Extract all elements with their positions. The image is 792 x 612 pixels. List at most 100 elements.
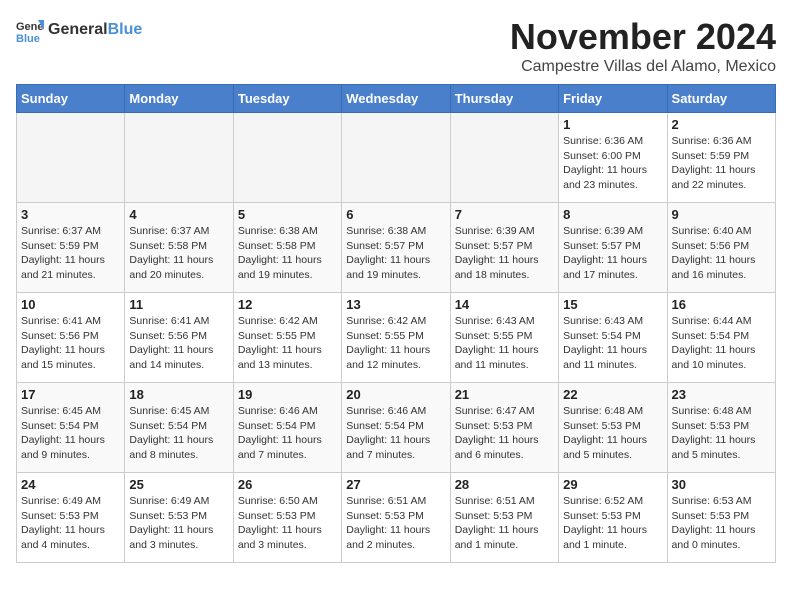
weekday-header-wednesday: Wednesday (342, 85, 450, 113)
calendar-cell (450, 113, 558, 203)
day-number: 21 (455, 387, 554, 402)
day-info: Sunrise: 6:48 AM Sunset: 5:53 PM Dayligh… (672, 404, 771, 463)
weekday-header-tuesday: Tuesday (233, 85, 341, 113)
calendar-table: SundayMondayTuesdayWednesdayThursdayFrid… (16, 84, 776, 563)
week-row-1: 1Sunrise: 6:36 AM Sunset: 6:00 PM Daylig… (17, 113, 776, 203)
week-row-2: 3Sunrise: 6:37 AM Sunset: 5:59 PM Daylig… (17, 203, 776, 293)
day-info: Sunrise: 6:42 AM Sunset: 5:55 PM Dayligh… (238, 314, 337, 373)
calendar-cell: 14 Sunrise: 6:43 AM Sunset: 5:55 PM Dayli… (450, 293, 558, 383)
weekday-header-row: SundayMondayTuesdayWednesdayThursdayFrid… (17, 85, 776, 113)
day-info: Sunrise: 6:51 AM Sunset: 5:53 PM Dayligh… (455, 494, 554, 553)
day-info: Sunrise: 6:53 AM Sunset: 5:53 PM Dayligh… (672, 494, 771, 553)
week-row-3: 10 Sunrise: 6:41 AM Sunset: 5:56 PM Dayli… (17, 293, 776, 383)
day-number: 2 (672, 117, 771, 132)
day-number: 25 (129, 477, 228, 492)
calendar-cell: 17Sunrise: 6:45 AM Sunset: 5:54 PM Dayli… (17, 383, 125, 473)
calendar-cell: 15Sunrise: 6:43 AM Sunset: 5:54 PM Dayli… (559, 293, 667, 383)
day-number: 14 (455, 297, 554, 312)
calendar-cell: 29 Sunrise: 6:52 AM Sunset: 5:53 PM Dayli… (559, 473, 667, 563)
day-number: 19 (238, 387, 337, 402)
calendar-cell: 26 Sunrise: 6:50 AM Sunset: 5:53 PM Dayli… (233, 473, 341, 563)
day-number: 24 (21, 477, 120, 492)
calendar-cell: 3Sunrise: 6:37 AM Sunset: 5:59 PM Daylig… (17, 203, 125, 293)
day-info: Sunrise: 6:49 AM Sunset: 5:53 PM Dayligh… (129, 494, 228, 553)
day-number: 27 (346, 477, 445, 492)
day-number: 28 (455, 477, 554, 492)
day-info: Sunrise: 6:41 AM Sunset: 5:56 PM Dayligh… (129, 314, 228, 373)
location-title: Campestre Villas del Alamo, Mexico (510, 58, 776, 76)
day-number: 5 (238, 207, 337, 222)
day-info: Sunrise: 6:47 AM Sunset: 5:53 PM Dayligh… (455, 404, 554, 463)
calendar-cell: 5 Sunrise: 6:38 AM Sunset: 5:58 PM Daylig… (233, 203, 341, 293)
logo-icon: General Blue (16, 16, 44, 44)
calendar-cell: 30 Sunrise: 6:53 AM Sunset: 5:53 PM Dayli… (667, 473, 775, 563)
calendar-cell: 11 Sunrise: 6:41 AM Sunset: 5:56 PM Dayli… (125, 293, 233, 383)
day-number: 22 (563, 387, 662, 402)
day-info: Sunrise: 6:41 AM Sunset: 5:56 PM Dayligh… (21, 314, 120, 373)
weekday-header-saturday: Saturday (667, 85, 775, 113)
day-info: Sunrise: 6:36 AM Sunset: 5:59 PM Dayligh… (672, 134, 771, 193)
calendar-cell (342, 113, 450, 203)
day-number: 26 (238, 477, 337, 492)
weekday-header-thursday: Thursday (450, 85, 558, 113)
day-info: Sunrise: 6:38 AM Sunset: 5:58 PM Dayligh… (238, 224, 337, 283)
calendar-cell: 23 Sunrise: 6:48 AM Sunset: 5:53 PM Dayli… (667, 383, 775, 473)
day-number: 1 (563, 117, 662, 132)
day-number: 17 (21, 387, 120, 402)
svg-text:Blue: Blue (16, 33, 40, 44)
calendar-cell: 12 Sunrise: 6:42 AM Sunset: 5:55 PM Dayli… (233, 293, 341, 383)
calendar-cell: 24 Sunrise: 6:49 AM Sunset: 5:53 PM Dayli… (17, 473, 125, 563)
week-row-4: 17 Sunrise: 6:45 AM Sunset: 5:54 PM Dayli… (17, 383, 776, 473)
week-row-5: 24 Sunrise: 6:49 AM Sunset: 5:53 PM Dayli… (17, 473, 776, 563)
day-number: 29 (563, 477, 662, 492)
weekday-header-monday: Monday (125, 85, 233, 113)
day-info: Sunrise: 6:46 AM Sunset: 5:54 PM Dayligh… (238, 404, 337, 463)
day-info: Sunrise: 6:48 AM Sunset: 5:53 PM Dayligh… (563, 404, 662, 463)
day-number: 23 (672, 387, 771, 402)
day-number: 9 (672, 207, 771, 222)
day-info: Sunrise: 6:37 AM Sunset: 5:58 PM Dayligh… (129, 224, 228, 283)
calendar-cell: 1Sunrise: 6:36 AM Sunset: 6:00 PM Daylig… (559, 113, 667, 203)
page-header: General Blue GeneralBlue November 2024 C… (16, 16, 776, 76)
calendar-cell (17, 113, 125, 203)
day-number: 30 (672, 477, 771, 492)
day-number: 8 (563, 207, 662, 222)
day-number: 4 (129, 207, 228, 222)
day-number: 13 (346, 297, 445, 312)
day-info: Sunrise: 6:49 AM Sunset: 5:53 PM Dayligh… (21, 494, 120, 553)
calendar-cell: 4 Sunrise: 6:37 AM Sunset: 5:58 PM Daylig… (125, 203, 233, 293)
logo-general-text: General (48, 21, 108, 38)
calendar-cell: 21 Sunrise: 6:47 AM Sunset: 5:53 PM Dayli… (450, 383, 558, 473)
calendar-cell: 22 Sunrise: 6:48 AM Sunset: 5:53 PM Dayli… (559, 383, 667, 473)
calendar-cell: 13 Sunrise: 6:42 AM Sunset: 5:55 PM Dayli… (342, 293, 450, 383)
calendar-cell (233, 113, 341, 203)
day-number: 3 (21, 207, 120, 222)
day-number: 10 (21, 297, 120, 312)
logo-blue-text: Blue (108, 21, 143, 38)
day-info: Sunrise: 6:45 AM Sunset: 5:54 PM Dayligh… (129, 404, 228, 463)
day-info: Sunrise: 6:43 AM Sunset: 5:55 PM Dayligh… (455, 314, 554, 373)
calendar-cell (125, 113, 233, 203)
calendar-cell: 28 Sunrise: 6:51 AM Sunset: 5:53 PM Dayli… (450, 473, 558, 563)
day-number: 18 (129, 387, 228, 402)
day-number: 12 (238, 297, 337, 312)
month-title: November 2024 (510, 16, 776, 58)
day-number: 16 (672, 297, 771, 312)
calendar-cell: 2 Sunrise: 6:36 AM Sunset: 5:59 PM Daylig… (667, 113, 775, 203)
day-number: 11 (129, 297, 228, 312)
day-info: Sunrise: 6:50 AM Sunset: 5:53 PM Dayligh… (238, 494, 337, 553)
day-info: Sunrise: 6:42 AM Sunset: 5:55 PM Dayligh… (346, 314, 445, 373)
calendar-cell: 25 Sunrise: 6:49 AM Sunset: 5:53 PM Dayli… (125, 473, 233, 563)
day-info: Sunrise: 6:38 AM Sunset: 5:57 PM Dayligh… (346, 224, 445, 283)
day-info: Sunrise: 6:39 AM Sunset: 5:57 PM Dayligh… (563, 224, 662, 283)
calendar-cell: 8 Sunrise: 6:39 AM Sunset: 5:57 PM Daylig… (559, 203, 667, 293)
weekday-header-sunday: Sunday (17, 85, 125, 113)
day-info: Sunrise: 6:40 AM Sunset: 5:56 PM Dayligh… (672, 224, 771, 283)
day-info: Sunrise: 6:52 AM Sunset: 5:53 PM Dayligh… (563, 494, 662, 553)
calendar-cell: 6Sunrise: 6:38 AM Sunset: 5:57 PM Daylig… (342, 203, 450, 293)
day-info: Sunrise: 6:39 AM Sunset: 5:57 PM Dayligh… (455, 224, 554, 283)
day-number: 15 (563, 297, 662, 312)
calendar-cell: 19 Sunrise: 6:46 AM Sunset: 5:54 PM Dayli… (233, 383, 341, 473)
weekday-header-friday: Friday (559, 85, 667, 113)
calendar-cell: 18 Sunrise: 6:45 AM Sunset: 5:54 PM Dayli… (125, 383, 233, 473)
